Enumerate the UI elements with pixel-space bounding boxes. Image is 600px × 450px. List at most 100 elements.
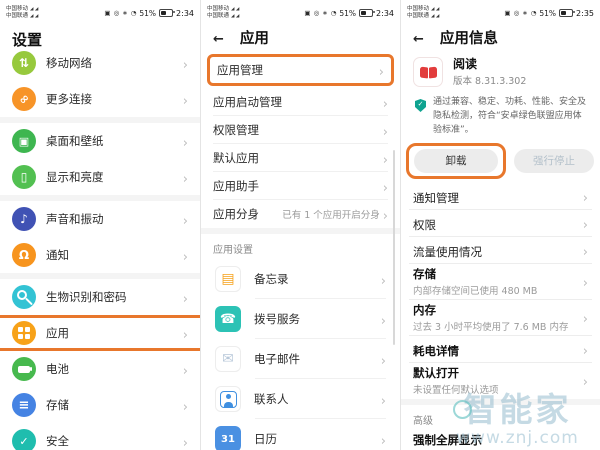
uninstall-button[interactable]: 卸载 [414, 148, 498, 173]
row-label: 显示和亮度 [46, 170, 104, 184]
row-storage[interactable]: 存储 内部存储空间已使用 480 MB [401, 264, 600, 300]
row-label: 更多连接 [46, 92, 92, 106]
row-notification-management[interactable]: 通知管理 [401, 183, 600, 210]
carrier-name: 中国联通 [207, 13, 230, 19]
chevron-right-icon [583, 371, 588, 390]
storage-icon [12, 393, 36, 417]
chevron-right-icon [381, 430, 386, 449]
row-app-twin[interactable]: 应用分身 已有 1 个应用开启分身 [201, 200, 400, 228]
row-power-details[interactable]: 耗电详情 [401, 336, 600, 363]
app-row-calendar[interactable]: 31 日历 [201, 419, 400, 450]
settings-row-storage[interactable]: 存储 [0, 387, 200, 423]
status-bar: 中国移动 中国联通 51% 2:35 [401, 0, 600, 23]
back-icon[interactable] [213, 28, 224, 47]
row-value: 已有 1 个应用开启分身 [282, 210, 380, 221]
status-bar: 中国移动 中国联通 51% 2:34 [0, 0, 200, 23]
mobile-network-icon [12, 51, 36, 75]
calendar-app-icon: 31 [215, 426, 241, 450]
chevron-right-icon [383, 205, 388, 224]
green-alliance-shield-icon [415, 99, 426, 112]
clock-time: 2:35 [576, 8, 594, 18]
mute-icon [114, 10, 120, 17]
row-label: 声音和振动 [46, 212, 104, 226]
vowifi-icon [304, 10, 310, 17]
row-app-launch[interactable]: 应用启动管理 [201, 88, 400, 116]
battery-percent: 51% [539, 8, 557, 18]
app-row-label: 拨号服务 [254, 312, 300, 326]
chevron-right-icon [183, 54, 188, 73]
row-permission-management[interactable]: 权限管理 [201, 116, 400, 144]
scrollbar[interactable] [393, 150, 395, 345]
row-subtitle: 未设置任何默认选项 [413, 385, 499, 397]
chevron-right-icon [183, 132, 188, 151]
settings-screen: 中国移动 中国联通 51% 2:34 设置 移动网络 更多连接 [0, 0, 200, 450]
app-header: 应用 [201, 23, 400, 51]
app-version: 版本 8.31.3.302 [453, 75, 527, 87]
chevron-right-icon [583, 272, 588, 291]
settings-row-sound-vibration[interactable]: 声音和振动 [0, 201, 200, 237]
row-force-fullscreen[interactable]: 强制全屏显示 此应用未做全屏优化 [401, 430, 600, 450]
battery-percent: 51% [339, 8, 357, 18]
battery-icon [359, 9, 376, 17]
settings-row-biometrics-password[interactable]: 生物识别和密码 [0, 279, 200, 315]
chevron-right-icon [381, 270, 386, 289]
row-label: 默认打开 [413, 366, 459, 381]
row-memory[interactable]: 内存 过去 3 小时平均使用了 7.6 MB 内存 [401, 300, 600, 336]
row-default-apps[interactable]: 默认应用 [201, 144, 400, 172]
app-row-label: 日历 [254, 432, 277, 446]
app-row-email[interactable]: 电子邮件 [201, 339, 400, 379]
row-label: 内存 [413, 303, 436, 318]
chevron-right-icon [183, 246, 188, 265]
carrier-signal-area: 中国移动 中国联通 [6, 6, 38, 20]
settings-row-more-connections[interactable]: 更多连接 [0, 81, 200, 117]
section-label: 应用设置 [213, 245, 253, 256]
chevron-right-icon [383, 121, 388, 140]
security-icon [12, 429, 36, 450]
chevron-right-icon [583, 308, 588, 327]
battery-setting-icon [12, 357, 36, 381]
row-app-assistant[interactable]: 应用助手 [201, 172, 400, 200]
app-row-dialer[interactable]: 拨号服务 [201, 299, 400, 339]
three-screenshot-strip: 中国移动 中国联通 51% 2:34 设置 移动网络 更多连接 [0, 0, 600, 450]
signal-strength-icon [30, 6, 38, 13]
clock-time: 2:34 [376, 8, 394, 18]
settings-row-apps-highlighted[interactable]: 应用 [0, 315, 200, 351]
settings-row-battery[interactable]: 电池 [0, 351, 200, 387]
more-connections-icon [12, 87, 36, 111]
row-data-usage[interactable]: 流量使用情况 [401, 237, 600, 264]
row-label: 强制全屏显示 [413, 433, 482, 448]
settings-row-mobile-network[interactable]: 移动网络 [0, 45, 200, 81]
force-stop-button[interactable]: 强行停止 [514, 148, 594, 173]
app-row-notepad[interactable]: 备忘录 [201, 259, 400, 299]
app-row-contacts[interactable]: 联系人 [201, 379, 400, 419]
alarm-icon [531, 10, 537, 17]
chevron-right-icon [583, 340, 588, 359]
sound-vibration-icon [12, 207, 36, 231]
chevron-right-icon [381, 390, 386, 409]
status-icons: 51% 2:34 [104, 9, 194, 18]
settings-row-notifications[interactable]: 通知 [0, 237, 200, 273]
dialer-app-icon [215, 306, 241, 332]
back-icon[interactable] [413, 28, 424, 47]
chevron-right-icon [383, 149, 388, 168]
battery-percent: 51% [139, 8, 157, 18]
notepad-app-icon [215, 266, 241, 292]
chevron-right-icon [183, 288, 188, 307]
row-app-management[interactable]: 应用管理 [210, 57, 391, 83]
highlight-box-uninstall: 卸载 [406, 142, 506, 179]
app-row-label: 联系人 [254, 392, 289, 406]
settings-row-display-brightness[interactable]: 显示和亮度 [0, 159, 200, 195]
row-permissions[interactable]: 权限 [401, 210, 600, 237]
status-icons: 51% 2:34 [304, 9, 394, 18]
chevron-right-icon [383, 177, 388, 196]
row-label: 流量使用情况 [413, 244, 482, 259]
row-label: 电池 [46, 362, 69, 376]
row-label: 应用管理 [217, 63, 263, 77]
vowifi-icon [504, 10, 510, 17]
signal-strength-icon [431, 6, 439, 13]
row-open-by-default[interactable]: 默认打开 未设置任何默认选项 [401, 363, 600, 399]
battery-icon [559, 9, 576, 17]
page-title: 应用 [239, 30, 269, 47]
settings-row-security[interactable]: 安全 [0, 423, 200, 450]
settings-row-wallpaper[interactable]: 桌面和壁纸 [0, 123, 200, 159]
